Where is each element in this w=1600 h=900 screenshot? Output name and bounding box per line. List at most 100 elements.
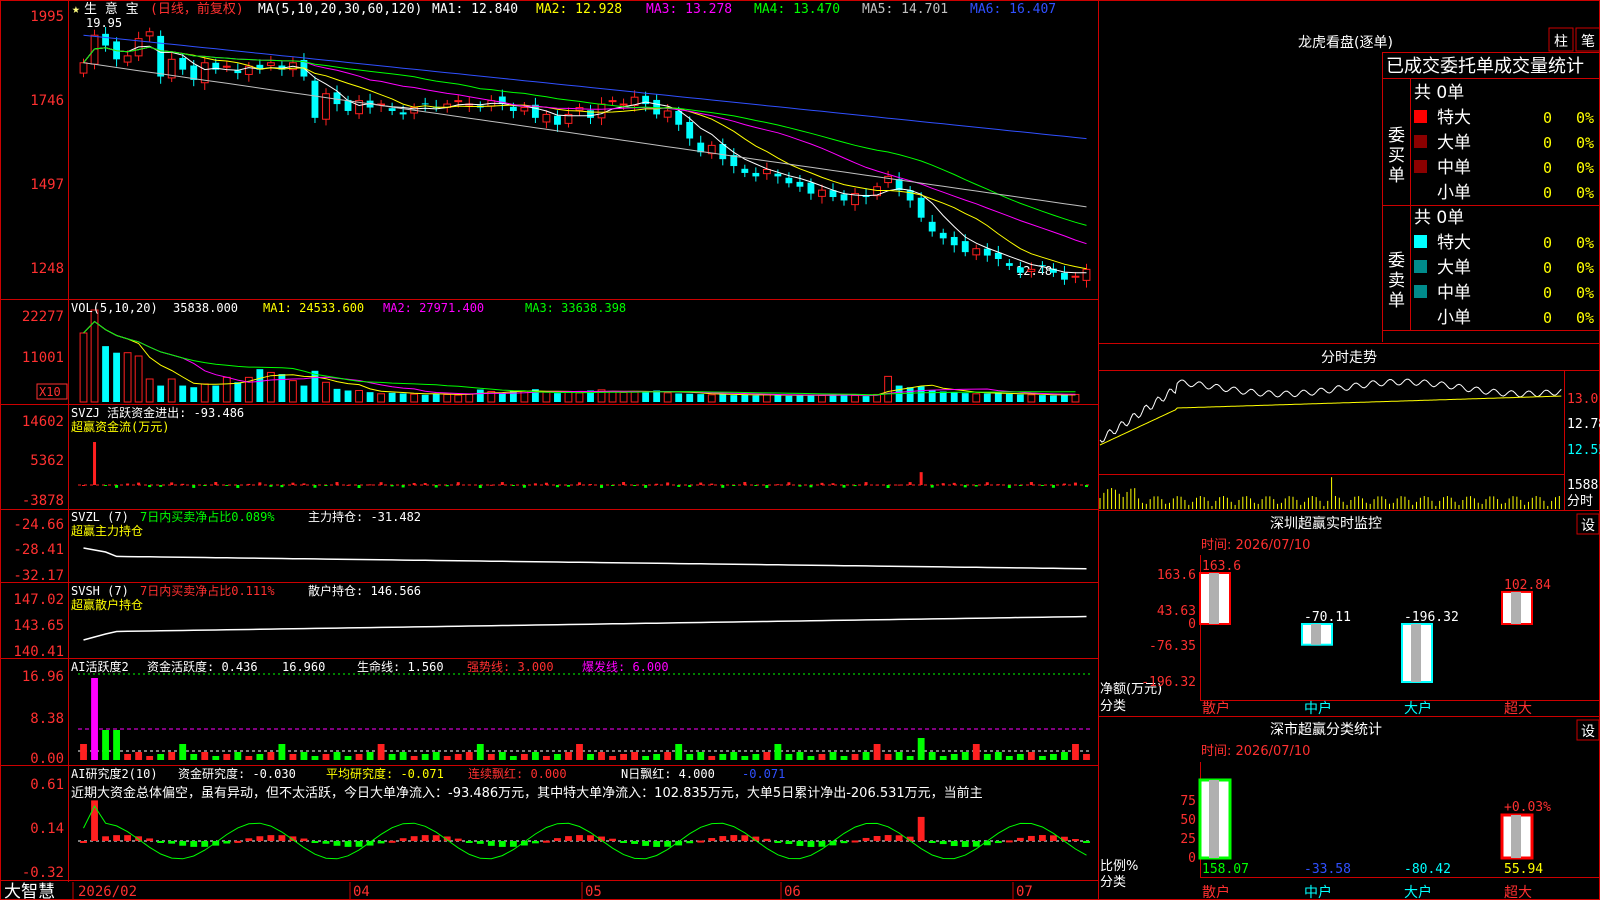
- candle-body: [509, 106, 517, 111]
- order-row-value: 0: [1543, 184, 1552, 202]
- ma-line: [83, 46, 1087, 245]
- ai1-plot[interactable]: [78, 673, 1092, 760]
- svzj-bar: [489, 484, 493, 486]
- svzl-legend: SVZL (7) 7日内买卖净占比0.089% 主力持仓: -31.482 超赢…: [71, 509, 421, 538]
- intraday-panel: 分时走势 13.01 12.78 12.55 1588 分时: [1098, 350, 1600, 510]
- period-tag: (日线，前复权): [150, 1, 244, 17]
- ai1-bar: [124, 754, 132, 760]
- ai1-bar: [818, 754, 826, 760]
- vol-bar: [752, 395, 760, 402]
- ai2-bar: [708, 838, 716, 841]
- stats-category: 超大: [1504, 885, 1532, 900]
- date-tick: 07: [1016, 884, 1033, 900]
- vol-bar: [410, 393, 419, 403]
- vol-plot[interactable]: [79, 309, 1080, 403]
- vol-bar: [630, 391, 639, 403]
- sz-bars[interactable]: 163.6 散户 -70.11 中户 -196.32 大户 102.84 超大: [1199, 559, 1551, 717]
- ai2-bar: [851, 840, 859, 843]
- order-row-pct: 0%: [1576, 284, 1594, 302]
- ai2-bar: [554, 838, 561, 841]
- vol-bar: [102, 346, 109, 402]
- ai1-bar: [168, 752, 176, 760]
- order-row-label: 特大: [1437, 233, 1471, 253]
- price-plot[interactable]: [79, 26, 1091, 288]
- order-row-label: 中单: [1437, 283, 1471, 303]
- ai1-bar: [785, 754, 793, 760]
- svg-text:MA2: 27971.400: MA2: 27971.400: [383, 301, 484, 315]
- vol-bar: [994, 392, 1002, 402]
- svzj-bar: [269, 485, 273, 487]
- stats-bar-core: [1511, 815, 1521, 858]
- svzj-bar: [577, 482, 581, 485]
- vol-axis: 22277 11001: [22, 309, 64, 366]
- svg-text:超赢资金流(万元): 超赢资金流(万元): [71, 419, 169, 434]
- svg-text:5362: 5362: [30, 453, 64, 469]
- svg-text:12.55: 12.55: [1567, 443, 1600, 458]
- high-mark: 19.95: [86, 16, 122, 30]
- ai2-bar: [928, 841, 936, 843]
- svg-text:-32.17: -32.17: [13, 568, 64, 584]
- stats-bars[interactable]: 158.07 散户 -33.58 中户 -80.42 大户 +0.03% 55.94 超大: [1198, 778, 1551, 900]
- vol-ma2: [83, 320, 1076, 396]
- svzj-bar: [533, 483, 537, 485]
- ai1-bar: [741, 756, 749, 760]
- ai2-bar: [1016, 837, 1024, 841]
- svzj-bar: [776, 484, 780, 486]
- ai1-bar: [333, 752, 341, 760]
- ai2-bar: [454, 838, 462, 841]
- svg-text:-196.32: -196.32: [1141, 675, 1196, 690]
- vol-bar: [388, 392, 396, 402]
- svzj-bar: [236, 485, 240, 488]
- svzj-bar: [996, 484, 1000, 486]
- svsh-line: [83, 615, 1087, 641]
- ai1-bar: [311, 756, 319, 760]
- ai2-bar: [576, 835, 583, 841]
- svzj-bar: [335, 482, 339, 485]
- order-row-value: 0: [1543, 284, 1552, 302]
- ai1-bar: [498, 752, 506, 760]
- vol-bar: [862, 396, 870, 402]
- ai2-bar: [509, 841, 517, 847]
- svzj-bar: [864, 482, 868, 485]
- svg-text:1248: 1248: [30, 261, 64, 277]
- sz-category: 超大: [1504, 701, 1532, 717]
- ai1-axis: 16.96 8.38 0.00: [22, 669, 64, 767]
- svg-text:12.78: 12.78: [1567, 417, 1600, 432]
- ai1-bar: [388, 754, 396, 760]
- vol-bar: [707, 394, 716, 403]
- svg-text:散户持仓: 146.566: 散户持仓: 146.566: [308, 583, 421, 598]
- ai2-plot[interactable]: [78, 800, 1092, 860]
- vol-bar: [1016, 394, 1024, 402]
- order-swatch: [1414, 160, 1427, 173]
- chart-canvas[interactable]: ★ 生 意 宝 (日线，前复权) MA(5,10,20,30,60,120) M…: [0, 0, 1600, 900]
- candle-body: [554, 115, 561, 125]
- ai2-bar: [653, 841, 661, 847]
- svg-text:SVSH (7): SVSH (7): [71, 584, 129, 598]
- svzj-bar: [423, 483, 427, 485]
- ai2-bar: [796, 841, 804, 846]
- ai2-bar: [465, 841, 473, 843]
- ai2-bar: [179, 841, 187, 846]
- vol-bar: [289, 380, 297, 403]
- candle-body: [157, 35, 165, 77]
- svzj-bar: [456, 482, 460, 485]
- ai1-bar: [664, 752, 672, 760]
- order-row-value: 0: [1543, 259, 1552, 277]
- vol-bar: [961, 393, 969, 402]
- vol-bar: [498, 392, 506, 402]
- ai2-bar: [884, 835, 892, 841]
- svzj-bar: [1051, 485, 1055, 488]
- ai1-bar: [300, 752, 308, 760]
- svzl-plot[interactable]: [83, 547, 1087, 570]
- vol-bar: [256, 369, 264, 402]
- intraday-plot[interactable]: [1099, 378, 1562, 509]
- ma-line: [83, 46, 1087, 270]
- svsh-plot[interactable]: [83, 615, 1087, 641]
- ai1-bar: [840, 756, 848, 760]
- svzj-plot[interactable]: [78, 442, 1092, 488]
- ai1-bar: [851, 754, 859, 760]
- order-row-pct: 0%: [1576, 259, 1594, 277]
- svzj-bar: [247, 483, 251, 485]
- order-row-label: 中单: [1437, 158, 1471, 178]
- candle-body: [311, 80, 319, 118]
